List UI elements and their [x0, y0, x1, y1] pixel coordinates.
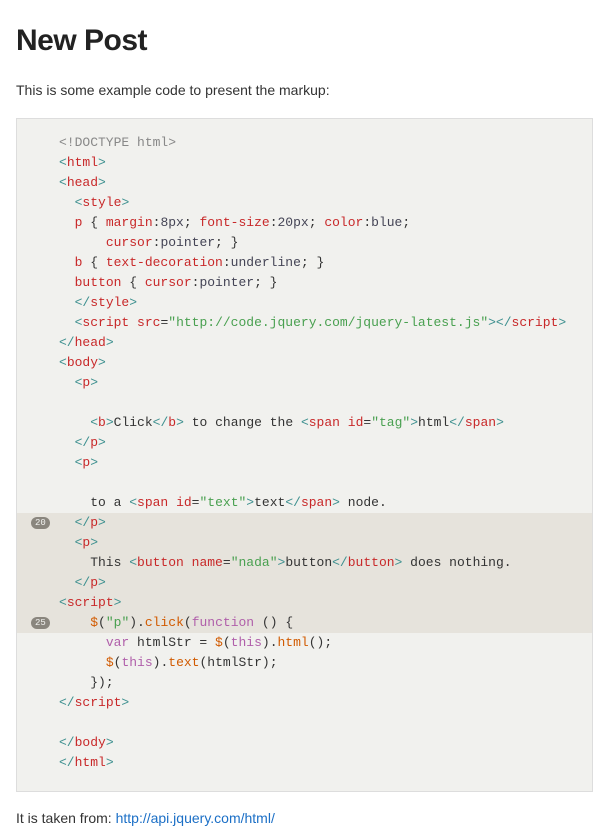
code-line: <script src="http://code.jquery.com/jque… — [59, 313, 580, 333]
code-line: <p> — [59, 453, 580, 473]
code-line: <p> — [59, 373, 580, 393]
code-line — [59, 473, 580, 493]
code-line: <script> — [17, 593, 592, 613]
code-line: </script> — [59, 693, 580, 713]
code-line: <b>Click</b> to change the <span id="tag… — [59, 413, 580, 433]
code-line: </style> — [59, 293, 580, 313]
code-line: }); — [59, 673, 580, 693]
footer-prefix: It is taken from: — [16, 810, 116, 826]
code-line: <head> — [59, 173, 580, 193]
code-line: </p> — [17, 573, 592, 593]
code-line: </html> — [59, 753, 580, 773]
code-line: b { text-decoration:underline; } — [59, 253, 580, 273]
code-lines: <!DOCTYPE html><html><head> <style> p { … — [17, 133, 592, 773]
footer-text: It is taken from: http://api.jquery.com/… — [16, 810, 593, 826]
code-line: to a <span id="text">text</span> node. — [59, 493, 580, 513]
code-line: $(this).text(htmlStr); — [59, 653, 580, 673]
code-line: </p> — [59, 433, 580, 453]
code-line: $("p").click(function () { — [17, 613, 592, 633]
source-link[interactable]: http://api.jquery.com/html/ — [116, 810, 275, 826]
code-line: <body> — [59, 353, 580, 373]
code-line: <p> — [17, 533, 592, 553]
code-line: <html> — [59, 153, 580, 173]
code-line: cursor:pointer; } — [59, 233, 580, 253]
code-line — [59, 713, 580, 733]
code-line: </body> — [59, 733, 580, 753]
line-number-badge: 20 — [31, 517, 50, 529]
line-number-badge: 25 — [31, 617, 50, 629]
intro-text: This is some example code to present the… — [16, 82, 593, 98]
code-line: </p> — [17, 513, 592, 533]
code-line — [59, 393, 580, 413]
code-line: button { cursor:pointer; } — [59, 273, 580, 293]
code-line: p { margin:8px; font-size:20px; color:bl… — [59, 213, 580, 233]
code-gutter: 2025 — [17, 133, 51, 773]
code-block: 2025 <!DOCTYPE html><html><head> <style>… — [16, 118, 593, 792]
code-line: </head> — [59, 333, 580, 353]
code-line: <style> — [59, 193, 580, 213]
code-line: This <button name="nada">button</button>… — [17, 553, 592, 573]
code-line: <!DOCTYPE html> — [59, 133, 580, 153]
page-title: New Post — [16, 24, 593, 58]
code-line: var htmlStr = $(this).html(); — [59, 633, 580, 653]
